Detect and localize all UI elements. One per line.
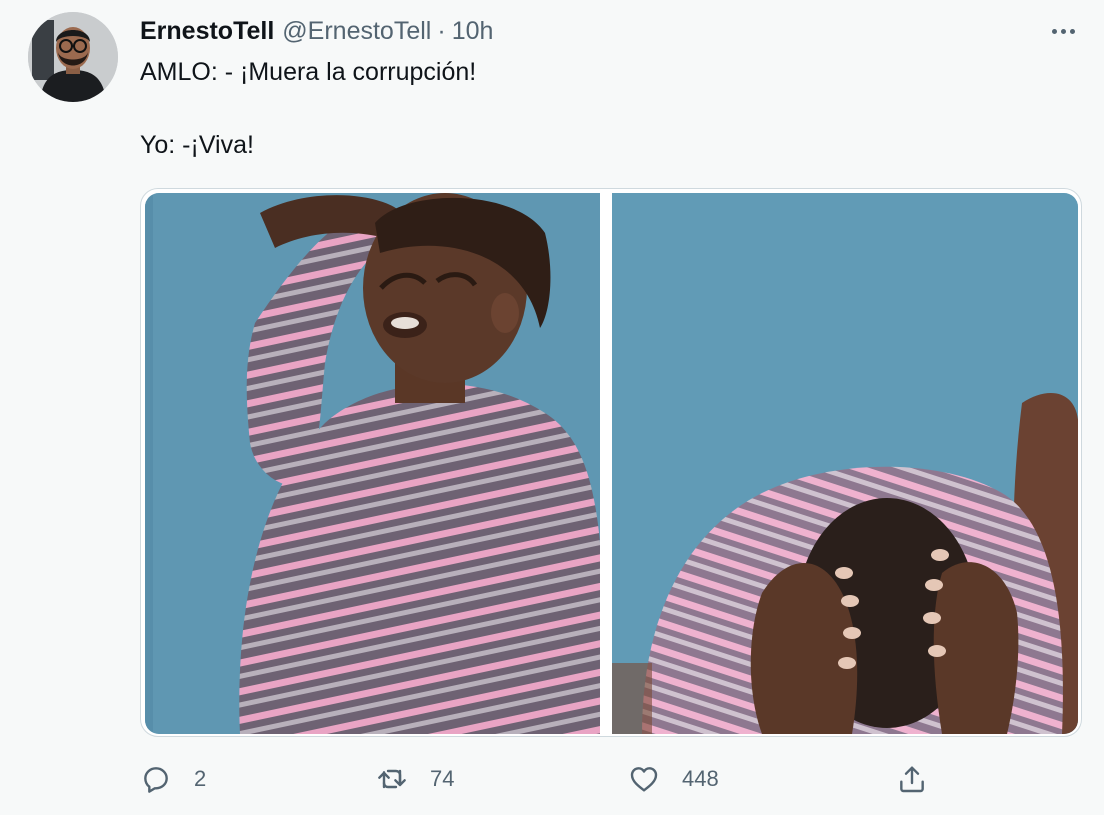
author-handle[interactable]: @ErnestoTell: [282, 17, 431, 46]
tweet[interactable]: ErnestoTell @ErnestoTell · 10h AMLO: - ¡…: [0, 0, 1104, 815]
share-button[interactable]: [896, 756, 928, 802]
more-horizontal-icon: [1051, 28, 1075, 34]
tweet-text-line-2: Yo: -¡Viva!: [140, 131, 254, 159]
like-button[interactable]: 448: [628, 756, 719, 802]
avatar[interactable]: [28, 12, 118, 102]
heart-icon: [628, 763, 660, 795]
reply-count: 2: [194, 766, 207, 791]
retweet-count: 74: [430, 766, 455, 791]
tweet-media[interactable]: [140, 188, 1082, 737]
like-count: 448: [682, 766, 719, 791]
retweet-icon: [376, 763, 408, 795]
separator-dot: ·: [437, 16, 446, 45]
meme-image-right[interactable]: [612, 193, 1078, 734]
timestamp[interactable]: 10h: [452, 17, 494, 46]
retweet-button[interactable]: 74: [376, 756, 454, 802]
share-icon: [896, 763, 928, 795]
reply-icon: [140, 763, 172, 795]
tweet-header: ErnestoTell @ErnestoTell · 10h: [140, 14, 493, 48]
more-options-button[interactable]: [1040, 14, 1086, 48]
tweet-actions: 2 74 448: [140, 756, 940, 802]
reply-button[interactable]: 2: [140, 756, 206, 802]
author-name[interactable]: ErnestoTell: [140, 17, 274, 46]
meme-image-left[interactable]: [145, 193, 600, 734]
tweet-text-line-1: AMLO: - ¡Muera la corrupción!: [140, 58, 477, 86]
